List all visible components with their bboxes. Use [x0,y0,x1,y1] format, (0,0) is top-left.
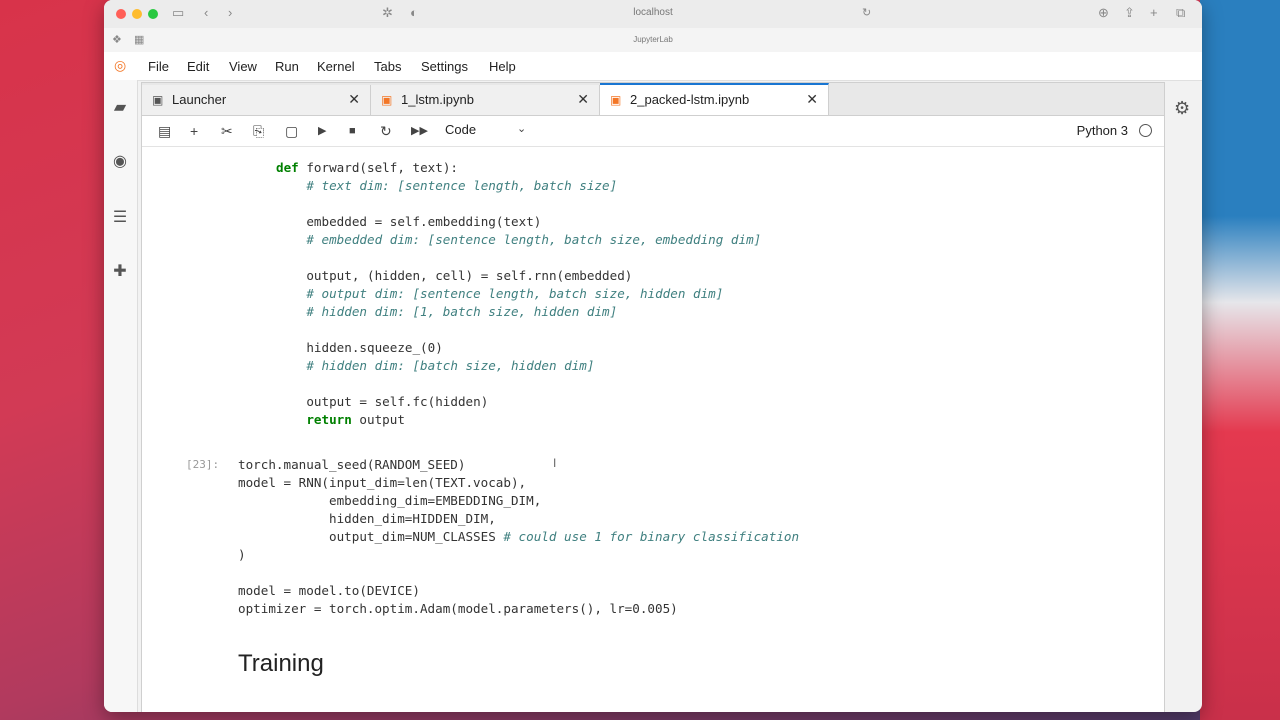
code-comment: # could use 1 for binary classification [503,529,800,544]
code-line[interactable]: torch.manual_seed(RANDOM_SEED) [238,456,465,474]
run-icon[interactable]: ▶ [318,122,326,140]
tab-1-lstm[interactable]: ▣ 1_lstm.ipynb ✕ [371,85,600,115]
reload-icon[interactable]: ↻ [862,5,871,21]
extensions-icon[interactable]: ✚ [110,262,130,282]
browser-window: ▭ ‹ › ✲ ◐ localhost ↻ ⊕ ⇪ + ⧉ ❖ ▦ Jupyte… [104,0,1202,712]
menu-file[interactable]: File [148,59,169,74]
cell-prompt: [23]: [186,458,220,471]
chevron-down-icon[interactable]: ⌄ [517,122,526,135]
tab-overview-icon[interactable]: ⧉ [1176,5,1185,21]
run-all-icon[interactable]: ▶▶ [411,122,428,140]
download-icon[interactable]: ⊕ [1098,5,1109,21]
code-line[interactable]: embedding_dim=EMBEDDING_DIM, [238,492,541,510]
code-line[interactable]: model = RNN(input_dim=len(TEXT.vocab), [238,474,526,492]
notebook-toolbar: ▤ + ✂ ⎘ ▢ ▶ ■ ↻ ▶▶ Code ⌄ Python 3 [142,116,1164,147]
code-text: output_dim=NUM_CLASSES [238,529,504,544]
close-tab-icon[interactable]: ✕ [577,91,589,108]
code-comment[interactable]: # embedded dim: [sentence length, batch … [276,231,761,249]
tab-2-packed-lstm[interactable]: ▣ 2_packed-lstm.ipynb ✕ [600,83,829,115]
code-comment[interactable]: # text dim: [sentence length, batch size… [276,177,617,195]
save-icon[interactable]: ▤ [158,122,171,140]
stop-icon[interactable]: ■ [349,122,356,140]
kernel-name[interactable]: Python 3 [1077,123,1128,138]
kernel-status-icon [1139,124,1152,137]
code-line[interactable]: optimizer = torch.optim.Adam(model.param… [238,600,678,618]
code-comment[interactable]: # hidden dim: [1, batch size, hidden dim… [276,303,617,321]
new-tab-icon[interactable]: + [1150,5,1158,21]
notebook-icon: ▣ [610,93,622,107]
code-line[interactable]: ) [238,546,246,564]
jupyter-logo-icon: ◎ [114,57,127,73]
folder-icon[interactable]: ▰ [110,98,130,118]
tab-label: Launcher [172,92,227,107]
code-line[interactable]: embedded = self.embedding(text) [276,213,541,231]
running-kernels-icon[interactable]: ◉ [110,152,130,172]
menu-view[interactable]: View [229,59,257,74]
restart-kernel-icon[interactable]: ↻ [380,122,392,140]
text-cursor-icon: I [553,456,557,470]
copy-icon[interactable]: ⎘ [253,122,264,140]
notebook-icon: ▣ [381,93,393,107]
document-tab-bar: ▣ Launcher ✕ ▣ 1_lstm.ipynb ✕ ▣ 2_packed… [142,83,1164,116]
share-icon[interactable]: ⇪ [1124,5,1135,21]
code-line[interactable]: def forward(self, text): [276,159,458,177]
menubar: ◎ File Edit View Run Kernel Tabs Setting… [104,52,1202,81]
markdown-heading-training[interactable]: Training [238,650,324,678]
menu-edit[interactable]: Edit [187,59,209,74]
cut-icon[interactable]: ✂ [221,122,233,140]
menu-kernel[interactable]: Kernel [317,59,355,74]
code-keyword: def [276,160,299,175]
browser-tab-strip: ❖ ▦ JupyterLab [104,28,1202,53]
cell-type-select[interactable]: Code [445,122,476,137]
close-tab-icon[interactable]: ✕ [348,91,360,108]
insert-cell-icon[interactable]: + [190,122,198,140]
property-inspector-icon[interactable]: ⚙ [1174,98,1190,119]
code-line[interactable]: output_dim=NUM_CLASSES # could use 1 for… [238,528,799,546]
table-of-contents-icon[interactable]: ☰ [110,208,130,228]
code-line[interactable]: output = self.fc(hidden) [276,393,488,411]
address-bar[interactable]: localhost [104,7,1202,18]
code-line[interactable]: hidden.squeeze_(0) [276,339,442,357]
menu-tabs[interactable]: Tabs [374,59,401,74]
code-comment[interactable]: # output dim: [sentence length, batch si… [276,285,723,303]
launcher-icon: ▣ [152,93,164,107]
code-line[interactable]: hidden_dim=HIDDEN_DIM, [238,510,496,528]
code-comment[interactable]: # hidden dim: [batch size, hidden dim] [276,357,594,375]
menu-run[interactable]: Run [275,59,299,74]
paste-icon[interactable]: ▢ [285,122,298,140]
close-tab-icon[interactable]: ✕ [806,91,818,108]
menu-help[interactable]: Help [489,59,516,74]
desktop-wallpaper [1200,0,1280,720]
code-line[interactable]: return output [276,411,405,429]
code-keyword: return [306,412,360,427]
notebook-content: def forward(self, text): # text dim: [se… [142,147,1164,712]
tab-label: 2_packed-lstm.ipynb [630,92,750,107]
main-dock-panel: ▣ Launcher ✕ ▣ 1_lstm.ipynb ✕ ▣ 2_packed… [141,82,1165,712]
menu-settings[interactable]: Settings [421,59,468,74]
browser-titlebar: ▭ ‹ › ✲ ◐ localhost ↻ ⊕ ⇪ + ⧉ [104,0,1202,28]
tab-launcher[interactable]: ▣ Launcher ✕ [142,85,371,115]
browser-tab-title[interactable]: JupyterLab [104,35,1202,44]
tab-label: 1_lstm.ipynb [401,92,474,107]
code-line[interactable]: output, (hidden, cell) = self.rnn(embedd… [276,267,632,285]
left-sidebar: ▰ ◉ ☰ ✚ [104,80,138,712]
code-line[interactable]: model = model.to(DEVICE) [238,582,420,600]
code-text: forward(self, text): [306,160,458,175]
